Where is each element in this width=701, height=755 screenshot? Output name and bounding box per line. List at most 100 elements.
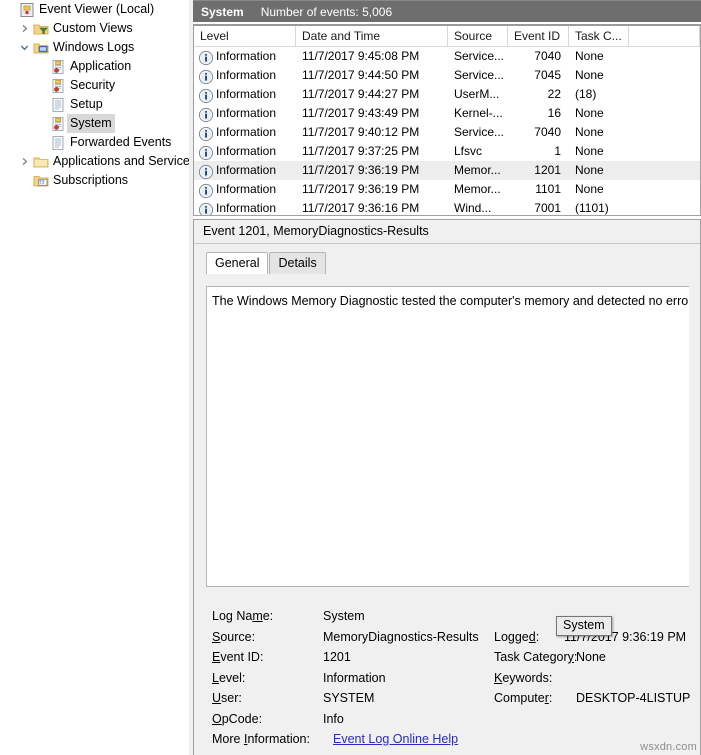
tree-item-setup[interactable]: Setup (0, 95, 189, 114)
event-list[interactable]: Level Date and Time Source Event ID Task C..… (193, 24, 701, 216)
table-row[interactable]: Information 11/7/2017 9:44:50 PM Service..… (194, 66, 700, 85)
event-source-cell: UserM... (454, 87, 500, 101)
column-header-task-c[interactable]: Task C... (569, 26, 629, 46)
event-source-cell: Wind... (454, 201, 492, 215)
event-task-cell: None (575, 163, 604, 177)
tree-item-label: Application (70, 59, 132, 73)
table-row[interactable]: Information 11/7/2017 9:43:49 PM Kernel-..… (194, 104, 700, 123)
column-header-filler (629, 26, 700, 46)
event-task-cell: None (575, 49, 604, 63)
event-list-column-headers[interactable]: Level Date and Time Source Event ID Task C..… (194, 26, 700, 47)
chevron-down-icon[interactable] (16, 38, 32, 57)
level-value: Information (323, 670, 386, 685)
event-task-cell: None (575, 144, 604, 158)
log-icon (49, 95, 67, 114)
log-secured-icon (49, 114, 67, 133)
event-level-text: Information (216, 144, 277, 158)
navigation-tree-pane[interactable]: Event Viewer (Local) Custom Views Windows … (0, 0, 189, 755)
event-log-online-help-link[interactable]: Event Log Online Help (333, 732, 458, 746)
metadata-row: Level: Information Keywords: (212, 668, 701, 689)
tooltip-text: System (563, 618, 605, 632)
event-id-value: 1201 (323, 650, 351, 664)
tab-general[interactable]: General (206, 252, 269, 274)
event-level-cell: Information (194, 104, 296, 123)
tab-details[interactable]: Details (269, 252, 326, 274)
event-detail-tabs[interactable]: General Details (206, 252, 700, 274)
column-header-level[interactable]: Level (194, 26, 296, 46)
info-icon (198, 145, 214, 160)
tree-item-subscriptions[interactable]: Subscriptions (0, 171, 189, 190)
tree-item-security[interactable]: Security (0, 76, 189, 95)
event-source-cell: Service... (454, 49, 505, 63)
source-label: Source: (212, 629, 256, 644)
table-row[interactable]: Information 11/7/2017 9:40:12 PM Service..… (194, 123, 700, 142)
event-source-cell: Service... (454, 125, 505, 139)
event-id-cell: 16 (547, 106, 561, 120)
info-icon (198, 126, 214, 141)
event-level-cell: Information (194, 161, 296, 180)
event-id-cell: 1201 (534, 163, 561, 177)
folder-computer-icon (32, 38, 50, 57)
folder-icon (32, 152, 50, 171)
tree-item-event-viewer-local[interactable]: Event Viewer (Local) (0, 0, 189, 19)
tree-item-system[interactable]: System (0, 114, 189, 133)
metadata-row: User: SYSTEM Computer: DESKTOP-4LISTUP (212, 688, 701, 709)
event-level-text: Information (216, 163, 277, 177)
event-level-text: Information (216, 68, 277, 82)
event-date-cell: 11/7/2017 9:40:12 PM (302, 125, 420, 139)
event-description-box[interactable]: The Windows Memory Diagnostic tested the… (206, 286, 689, 587)
event-description-text: The Windows Memory Diagnostic tested the… (212, 294, 689, 308)
event-task-cell: None (575, 182, 604, 196)
log-secured-icon (49, 57, 67, 76)
column-header-date-and-time[interactable]: Date and Time (296, 26, 448, 46)
tree-item-application[interactable]: Application (0, 57, 189, 76)
more-information-label: More Information: (212, 732, 310, 746)
event-source-cell: Lfsvc (454, 144, 483, 158)
info-icon (198, 202, 214, 215)
column-header-event-id[interactable]: Event ID (508, 26, 569, 46)
info-icon (198, 107, 214, 122)
event-date-cell: 11/7/2017 9:36:16 PM (302, 201, 420, 215)
table-row[interactable]: Information 11/7/2017 9:36:19 PM Memor... 1… (194, 180, 700, 199)
chevron-right-icon[interactable] (16, 19, 32, 38)
event-level-text: Information (216, 106, 277, 120)
tree-item-label: Applications and Services Lo (53, 154, 189, 168)
event-id-cell: 1 (554, 144, 561, 158)
event-date-cell: 11/7/2017 9:43:49 PM (302, 106, 420, 120)
event-date-cell: 11/7/2017 9:45:08 PM (302, 49, 420, 63)
event-level-text: Information (216, 87, 277, 101)
chevron-right-icon[interactable] (16, 152, 32, 171)
event-level-cell: Information (194, 47, 296, 66)
info-icon (198, 164, 214, 179)
event-id-cell: 1101 (535, 182, 561, 196)
event-source-cell: Memor... (454, 163, 501, 177)
folder-filter-icon (32, 19, 50, 38)
tree-item-custom-views[interactable]: Custom Views (0, 19, 189, 38)
table-row[interactable]: Information 11/7/2017 9:45:08 PM Service..… (194, 47, 700, 66)
table-row[interactable]: Information 11/7/2017 9:37:25 PM Lfsvc 1 Non… (194, 142, 700, 161)
event-level-cell: Information (194, 66, 296, 85)
tree-item-forwarded-events[interactable]: Forwarded Events (0, 133, 189, 152)
table-row[interactable]: Information 11/7/2017 9:36:16 PM Wind... 70… (194, 199, 700, 215)
log-name-label: Log Name: (212, 609, 274, 623)
tree-item-label: Custom Views (53, 21, 133, 35)
event-list-rows[interactable]: Information 11/7/2017 9:45:08 PM Service..… (194, 47, 700, 215)
column-header-source[interactable]: Source (448, 26, 508, 46)
logged-label: Logged: (494, 629, 540, 644)
table-row[interactable]: Information 11/7/2017 9:44:27 PM UserM... 2… (194, 85, 700, 104)
task-category-value: None (576, 650, 606, 664)
event-viewer-icon (18, 0, 36, 19)
tree-item-applications-and-services-lo[interactable]: Applications and Services Lo (0, 152, 189, 171)
info-icon (198, 183, 214, 198)
computer-value: DESKTOP-4LISTUP (576, 691, 691, 705)
tree-item-windows-logs[interactable]: Windows Logs (0, 38, 189, 57)
table-row[interactable]: Information 11/7/2017 9:36:19 PM Memor... 1… (194, 161, 700, 180)
event-list-title-bar: System Number of events: 5,006 (193, 0, 701, 22)
metadata-row: Event ID: 1201 Task Category: None (212, 647, 701, 668)
event-task-cell: None (575, 125, 604, 139)
